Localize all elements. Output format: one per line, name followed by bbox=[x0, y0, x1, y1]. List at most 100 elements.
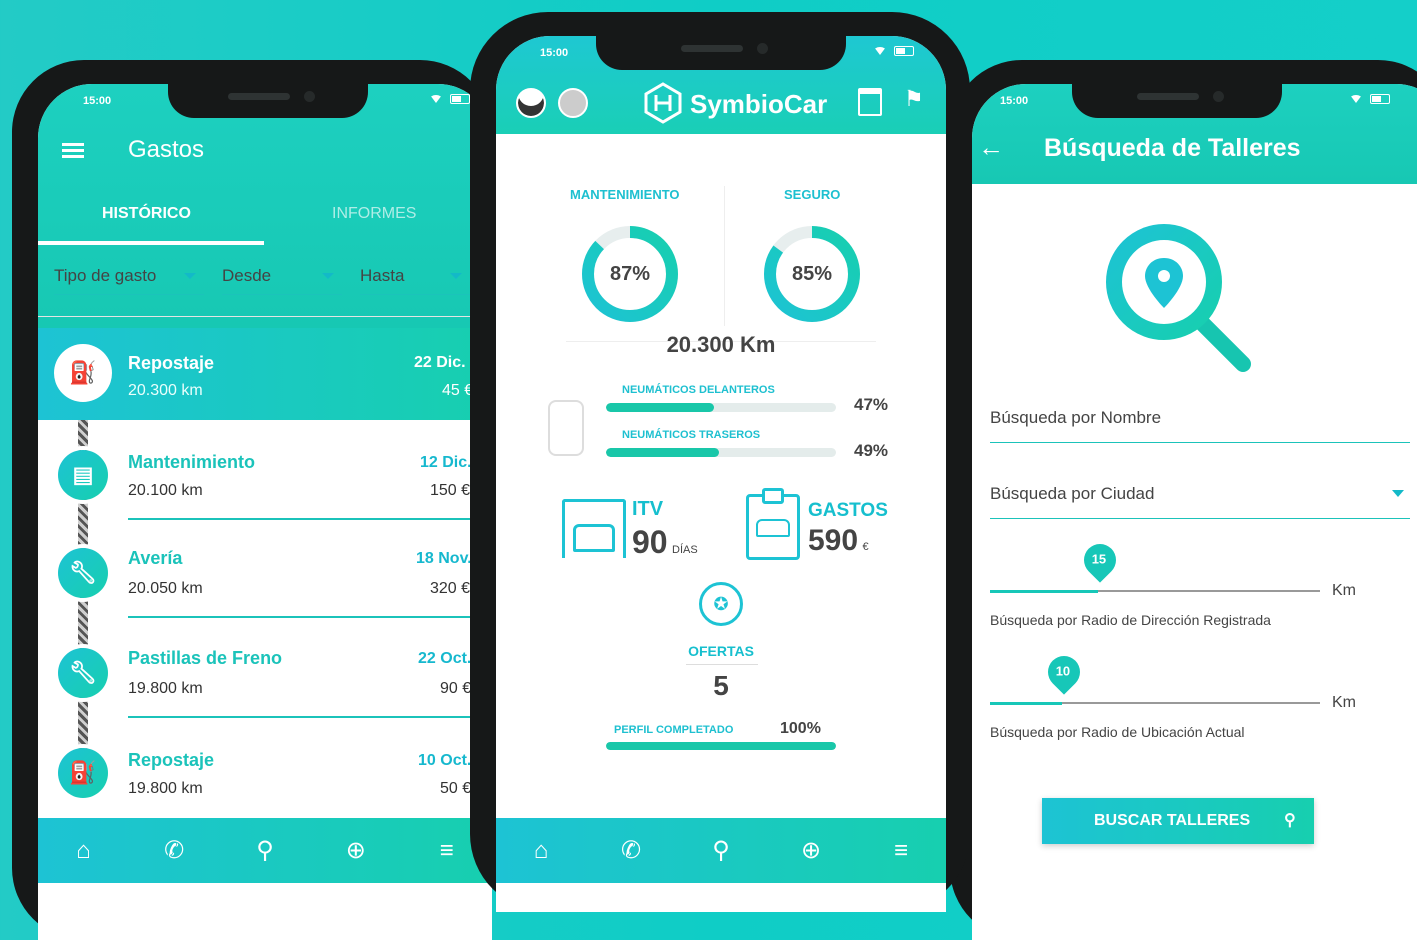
status-time: 15:00 bbox=[540, 47, 569, 59]
search-icon[interactable]: ⚲ bbox=[701, 836, 741, 865]
dropdown-caret-icon bbox=[450, 273, 462, 279]
search-workshops-button[interactable]: BUSCAR TALLERES ⚲ bbox=[1042, 798, 1314, 844]
city-search-field[interactable]: Búsqueda por Ciudad bbox=[990, 484, 1410, 519]
slider-label: Búsqueda por Radio de Dirección Registra… bbox=[990, 612, 1271, 628]
insurance-percent: 85% bbox=[791, 263, 833, 285]
entry-title: Avería bbox=[128, 548, 183, 568]
menu-icon[interactable]: ≡ bbox=[427, 837, 467, 865]
slider-value: 15 bbox=[1091, 551, 1107, 567]
search-location-icon bbox=[1106, 224, 1256, 374]
dropdown-caret-icon bbox=[322, 273, 334, 279]
entry-date: 22 Dic. bbox=[414, 354, 466, 371]
filter-label: Tipo de gasto bbox=[54, 266, 157, 285]
phone-gastos: 15:00 Gastos HISTÓRICO INFORMES Tipo de … bbox=[12, 60, 492, 940]
gauges-divider bbox=[724, 186, 725, 326]
calendar-icon[interactable] bbox=[858, 88, 882, 116]
field-label: Búsqueda por Ciudad bbox=[990, 484, 1155, 503]
expenses-currency: € bbox=[862, 541, 869, 553]
expenses-label: GASTOS bbox=[808, 500, 888, 521]
status-time: 15:00 bbox=[83, 95, 112, 107]
status-bar: 15:00 bbox=[496, 36, 946, 70]
back-arrow-icon[interactable]: ← bbox=[978, 132, 1004, 163]
home-icon[interactable]: ⌂ bbox=[63, 837, 103, 865]
menu-icon[interactable]: ≡ bbox=[881, 837, 921, 865]
expenses-value: 590 € bbox=[808, 524, 869, 558]
entry-amount: 45 € bbox=[442, 382, 474, 399]
itv-value: 90 DÍAS bbox=[632, 524, 698, 561]
phone-icon[interactable]: ✆ bbox=[154, 836, 194, 865]
profile-bar bbox=[606, 742, 836, 750]
add-icon[interactable]: ⊕ bbox=[336, 836, 376, 865]
entry-km: 20.300 km bbox=[128, 382, 203, 399]
wrench-icon: 🔧︎ bbox=[58, 548, 108, 598]
filter-label: Hasta bbox=[360, 266, 405, 285]
slider-unit: Km bbox=[1332, 694, 1356, 711]
slider-unit: Km bbox=[1332, 582, 1356, 599]
divider bbox=[128, 716, 492, 718]
tire-icon bbox=[548, 400, 584, 456]
phone-talleres: 15:00 ← Búsqueda de Talleres Búsqueda po… bbox=[950, 60, 1417, 940]
wrench-icon: 🔧︎ bbox=[58, 648, 108, 698]
search-icon[interactable]: ⚲ bbox=[245, 836, 285, 865]
tire-front-label: NEUMÁTICOS DELANTEROS bbox=[622, 384, 775, 396]
maintenance-percent: 87% bbox=[609, 263, 651, 285]
filter-tipo-gasto[interactable]: Tipo de gasto bbox=[54, 266, 204, 295]
filter-label: Desde bbox=[222, 266, 272, 285]
tab-informes[interactable]: INFORMES bbox=[332, 205, 416, 223]
tire-front-percent: 47% bbox=[854, 395, 889, 414]
phone-icon[interactable]: ✆ bbox=[611, 836, 651, 865]
clipboard-icon: ▤ bbox=[58, 450, 108, 500]
filter-desde[interactable]: Desde bbox=[222, 266, 342, 295]
dropdown-caret-icon bbox=[1392, 490, 1404, 497]
offers-count: 5 bbox=[713, 670, 729, 701]
filter-hasta[interactable]: Hasta bbox=[360, 266, 470, 295]
status-bar: 15:00 bbox=[972, 84, 1417, 118]
brand-name: SymbioCar bbox=[690, 89, 828, 119]
list-item[interactable]: ⛽ Repostaje 19.800 km 10 Oct. 50 € bbox=[38, 730, 492, 820]
dropdown-caret-icon bbox=[184, 273, 196, 279]
slider-thumb[interactable]: 10 bbox=[1041, 649, 1087, 695]
entry-amount: 90 € bbox=[440, 680, 472, 697]
list-item[interactable]: 🔧︎ Avería 20.050 km 18 Nov. 320 € bbox=[38, 530, 492, 626]
entry-title: Mantenimiento bbox=[128, 452, 256, 472]
profile-complete-percent: 100% bbox=[780, 720, 821, 737]
hamburger-menu-icon[interactable] bbox=[62, 140, 84, 161]
insurance-label: SEGURO bbox=[784, 187, 841, 202]
expenses-clipboard-icon bbox=[746, 488, 800, 560]
flag-icon[interactable]: ⚑ bbox=[904, 86, 924, 112]
slider-thumb[interactable]: 15 bbox=[1077, 537, 1123, 583]
location-pin-icon: ⚲ bbox=[1284, 812, 1296, 829]
slider-fill bbox=[990, 701, 1062, 705]
radius-slider-current[interactable]: 10 bbox=[990, 649, 1320, 705]
mileage: 20.300 Km bbox=[666, 332, 776, 357]
list-item[interactable]: 🔧︎ Pastillas de Freno 19.800 km 22 Oct. … bbox=[38, 630, 492, 726]
screen-gastos: 15:00 Gastos HISTÓRICO INFORMES Tipo de … bbox=[38, 84, 492, 940]
list-item[interactable]: ▤ Mantenimiento 20.100 km 12 Dic. 150 € bbox=[38, 432, 492, 528]
entry-amount: 320 € bbox=[430, 580, 471, 597]
slider-label: Búsqueda por Radio de Ubicación Actual bbox=[990, 724, 1245, 740]
add-icon[interactable]: ⊕ bbox=[791, 836, 831, 865]
tire-rear-bar bbox=[606, 448, 836, 457]
offers-label: OFERTAS bbox=[688, 643, 754, 659]
home-icon[interactable]: ⌂ bbox=[521, 837, 561, 865]
entry-km: 19.800 km bbox=[128, 680, 203, 697]
entry-km: 20.050 km bbox=[128, 580, 203, 597]
bottom-nav: ⌂ ✆ ⚲ ⊕ ≡ bbox=[38, 818, 492, 883]
offers-badge-icon: ✪ bbox=[699, 582, 743, 626]
user-avatar[interactable] bbox=[516, 88, 546, 118]
battery-icon bbox=[894, 46, 914, 56]
profile-complete-label: PERFIL COMPLETADO bbox=[614, 724, 734, 736]
entry-date: 10 Oct. bbox=[418, 752, 472, 769]
radius-slider-registered[interactable]: 15 bbox=[990, 537, 1320, 593]
page-title: Gastos bbox=[128, 136, 205, 163]
button-label: BUSCAR TALLERES bbox=[1094, 812, 1251, 829]
list-item-active[interactable]: ⛽ Repostaje 20.300 km 22 Dic. 45 € bbox=[38, 328, 492, 420]
car-avatar[interactable] bbox=[558, 88, 588, 118]
expenses-amount: 590 bbox=[808, 524, 859, 557]
status-bar: 15:00 bbox=[38, 84, 492, 118]
tab-historico[interactable]: HISTÓRICO bbox=[102, 205, 191, 223]
field-label: Búsqueda por Nombre bbox=[990, 408, 1162, 427]
entry-title: Repostaje bbox=[128, 750, 215, 770]
itv-days: 90 bbox=[632, 524, 668, 560]
name-search-field[interactable]: Búsqueda por Nombre bbox=[990, 408, 1410, 443]
